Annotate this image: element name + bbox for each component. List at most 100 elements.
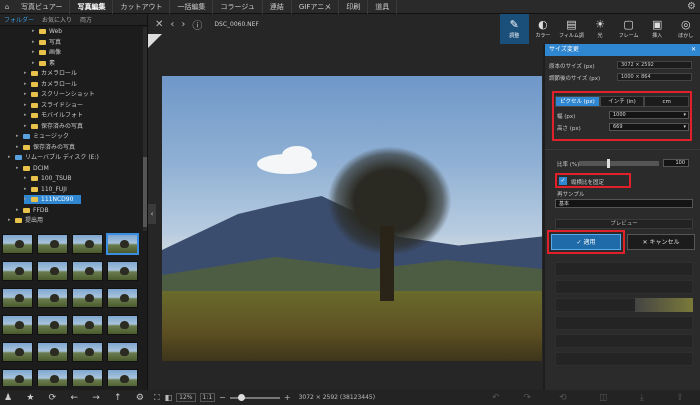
height-input[interactable]: 669 xyxy=(609,123,689,131)
zoom-in-icon[interactable]: + xyxy=(284,393,291,402)
expand-icon[interactable]: ▸ xyxy=(16,132,22,141)
next-icon[interactable]: › xyxy=(181,19,185,30)
folder-tree-item[interactable]: ▸ 写真 xyxy=(32,38,61,47)
folder-tree-item[interactable]: ▸ Web xyxy=(32,27,62,36)
tab-8[interactable]: 道具 xyxy=(368,0,398,14)
photo-thumbnail[interactable] xyxy=(72,369,103,386)
photo-thumbnail[interactable] xyxy=(107,315,138,335)
star-icon[interactable]: ★ xyxy=(26,393,34,403)
width-input[interactable]: 1000 xyxy=(609,111,689,119)
forward-arrow-icon[interactable]: → xyxy=(92,393,100,403)
preview-button[interactable]: プレビュー xyxy=(555,219,693,229)
photo-thumbnail[interactable] xyxy=(72,288,103,308)
unit-option-2[interactable]: cm xyxy=(644,96,690,107)
photo-thumbnail[interactable] xyxy=(37,261,68,281)
zoom-slider[interactable] xyxy=(229,393,280,401)
info-icon[interactable]: ⓘ xyxy=(192,17,202,32)
photo-thumbnail[interactable] xyxy=(37,288,68,308)
apply-button[interactable]: ✓ 適用 xyxy=(551,234,621,250)
expand-icon[interactable]: ▸ xyxy=(24,80,30,89)
tab-5[interactable]: 連結 xyxy=(263,0,292,14)
history-icon[interactable]: ⟲ xyxy=(559,393,567,403)
folder-tree-item[interactable]: ▸ 110_FUJI xyxy=(24,185,67,194)
photo-thumbnail[interactable] xyxy=(107,261,138,281)
photo-thumbnail[interactable] xyxy=(37,342,68,362)
expand-icon[interactable]: ▸ xyxy=(24,111,30,120)
photo-thumbnail[interactable] xyxy=(107,234,138,254)
tab-6[interactable]: GIFアニメ xyxy=(292,0,340,14)
folder-tree-item[interactable]: ▸ スライドショー xyxy=(24,101,83,110)
photo-thumbnail[interactable] xyxy=(37,315,68,335)
expand-icon[interactable]: ▸ xyxy=(16,206,22,215)
unit-option-1[interactable]: インチ (in) xyxy=(599,96,645,107)
folder-tree-item[interactable]: ▸ 100_TSUB xyxy=(24,174,71,183)
expand-icon[interactable]: ▸ xyxy=(8,153,14,162)
close-panel-icon[interactable]: ✕ xyxy=(691,44,696,56)
expand-icon[interactable]: ▸ xyxy=(24,90,30,99)
folder-tree-item[interactable]: ▸ モバイルフォト xyxy=(24,111,83,120)
collapse-panel-arrow-icon[interactable]: ‹ xyxy=(148,204,156,224)
tool-0[interactable]: ✎ 調整 xyxy=(500,14,529,44)
resample-select[interactable]: 基本 xyxy=(555,199,693,208)
share-icon[interactable]: ⇪ xyxy=(676,393,684,403)
folder-tab-2[interactable]: 両方 xyxy=(76,15,96,24)
expand-icon[interactable]: ▸ xyxy=(24,174,30,183)
person-icon[interactable]: ♟ xyxy=(4,393,12,403)
back-arrow-icon[interactable]: ← xyxy=(70,393,78,403)
folder-tree-item[interactable]: ▸ ミュージック xyxy=(16,132,69,141)
save-icon[interactable]: ⤓ xyxy=(640,393,644,403)
tab-7[interactable]: 印刷 xyxy=(339,0,369,14)
expand-icon[interactable]: ▸ xyxy=(24,101,30,110)
redo-icon[interactable]: ↷ xyxy=(523,393,531,403)
folder-tree-item[interactable]: ▸ 提出用 xyxy=(8,216,43,225)
tool-2[interactable]: ▤ フィルム調 xyxy=(557,14,586,44)
folder-tree-item[interactable]: ▸ 素 xyxy=(32,59,55,68)
photo-thumbnail[interactable] xyxy=(2,288,33,308)
photo-thumbnail[interactable] xyxy=(107,342,138,362)
photo-thumbnail[interactable] xyxy=(72,261,103,281)
tab-2[interactable]: カットアウト xyxy=(113,0,171,14)
expand-icon[interactable]: ▸ xyxy=(24,122,30,131)
photo-thumbnail[interactable] xyxy=(37,369,68,386)
folder-tree-item[interactable]: ▸ スクリーンショット xyxy=(24,90,95,99)
photo-thumbnail[interactable] xyxy=(37,234,68,254)
expand-icon[interactable]: ▸ xyxy=(32,48,38,57)
actual-size-button[interactable]: 1:1 xyxy=(199,393,216,402)
tool-1[interactable]: ◐ カラー xyxy=(529,14,558,44)
folder-tree-item[interactable]: ▸ DCIM xyxy=(16,164,49,173)
expand-icon[interactable]: ▸ xyxy=(24,69,30,78)
folder-tree-item[interactable]: ▸ 保存済みの写真 xyxy=(24,122,83,131)
photo-thumbnail[interactable] xyxy=(107,369,138,386)
tool-5[interactable]: ▣ 挿入 xyxy=(643,14,672,44)
photo-thumbnail[interactable] xyxy=(2,342,33,362)
gear-icon[interactable]: ⚙ xyxy=(136,393,144,403)
tool-6[interactable]: ◎ ぼかし xyxy=(671,14,700,44)
home-icon[interactable]: ⌂ xyxy=(0,0,14,14)
keep-aspect-checkbox[interactable]: ✓ xyxy=(559,177,567,185)
photo-thumbnail[interactable] xyxy=(2,234,33,254)
tool-3[interactable]: ☀ 光 xyxy=(586,14,615,44)
photo-canvas[interactable] xyxy=(162,76,542,361)
close-icon[interactable]: ✕ xyxy=(155,19,163,30)
photo-thumbnail[interactable] xyxy=(2,261,33,281)
tab-3[interactable]: 一括編集 xyxy=(170,0,214,14)
folder-tree-item[interactable]: ▸ 保存済みの写真 xyxy=(16,143,75,152)
folder-tab-1[interactable]: お気に入り xyxy=(38,15,76,24)
expand-icon[interactable]: ▸ xyxy=(32,27,38,36)
fit-screen-icon[interactable]: ⛶ xyxy=(154,393,160,403)
photo-thumbnail[interactable] xyxy=(2,369,33,386)
folder-tree-item[interactable]: ▸ カメラロール xyxy=(24,69,77,78)
tab-1[interactable]: 写真編集 xyxy=(70,0,114,14)
unit-option-0[interactable]: ピクセル (px) xyxy=(555,96,600,107)
folder-tab-0[interactable]: フォルダー xyxy=(0,15,38,24)
zoom-out-icon[interactable]: − xyxy=(219,393,226,402)
folder-tree-item[interactable]: ▸ 画像 xyxy=(32,48,61,57)
expand-icon[interactable]: ▸ xyxy=(24,185,30,194)
ratio-slider[interactable] xyxy=(579,159,659,168)
expand-icon[interactable]: ▸ xyxy=(24,195,30,204)
cancel-button[interactable]: ✕ キャンセル xyxy=(627,234,695,250)
up-arrow-icon[interactable]: ↑ xyxy=(114,393,122,403)
folder-tree-scrollbar[interactable] xyxy=(143,27,147,231)
undo-icon[interactable]: ↶ xyxy=(492,393,500,403)
photo-thumbnail[interactable] xyxy=(72,315,103,335)
